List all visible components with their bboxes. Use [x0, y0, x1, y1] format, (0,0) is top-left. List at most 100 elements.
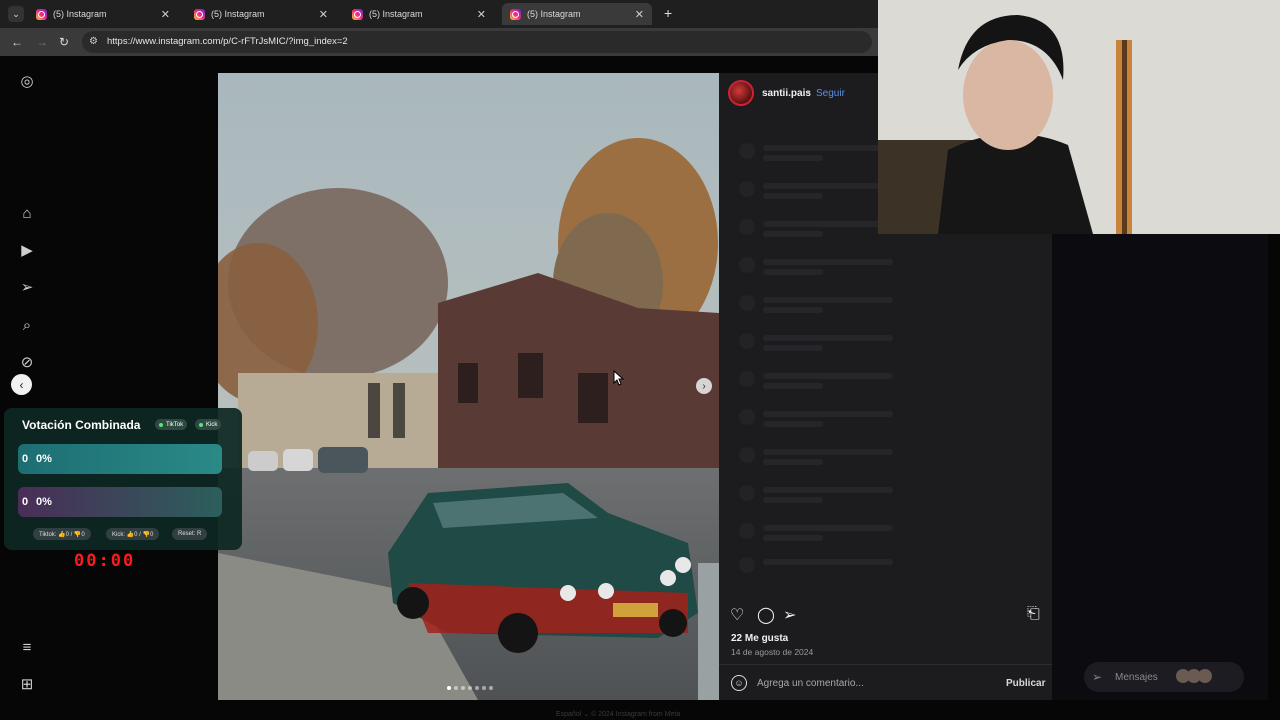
reload-icon[interactable]: ↻ [59, 35, 69, 49]
follow-button[interactable]: Seguir [816, 88, 845, 99]
divider [719, 664, 1052, 665]
carousel-dot [447, 686, 451, 690]
comment-skeleton [763, 383, 823, 389]
carousel-dot [468, 686, 472, 690]
tab-title: (5) Instagram [527, 9, 581, 19]
close-tab-icon[interactable]: ✕ [635, 8, 644, 21]
comment-skeleton-avatar [739, 333, 755, 349]
comment-skeleton [763, 487, 893, 493]
comment-skeleton [763, 297, 893, 303]
comment-skeleton [763, 231, 823, 237]
comment-skeleton-avatar [739, 295, 755, 311]
carousel-next-button[interactable]: › [696, 378, 712, 394]
comment-skeleton [763, 421, 823, 427]
browser-tab[interactable]: (5) Instagram ✕ [344, 3, 494, 25]
bookmark-icon[interactable]: ⎗ [1027, 605, 1040, 623]
emoji-icon[interactable]: ☺ [731, 675, 747, 691]
comment-skeleton-avatar [739, 219, 755, 235]
home-icon[interactable]: ⌂ [18, 204, 36, 222]
explore-icon[interactable]: ⊘ [18, 353, 36, 371]
browser-tab[interactable]: (5) Instagram ✕ [28, 3, 178, 25]
webcam-overlay [878, 0, 1280, 234]
browser-tab[interactable]: (5) Instagram ✕ [186, 3, 336, 25]
post-date: 14 de agosto de 2024 [731, 647, 814, 657]
close-tab-icon[interactable]: ✕ [319, 8, 328, 21]
back-icon[interactable]: ← [11, 35, 23, 49]
carousel-dots [447, 686, 493, 690]
new-tab-icon[interactable]: + [664, 5, 672, 21]
carousel-dot [489, 686, 493, 690]
comment-skeleton [763, 155, 823, 161]
publish-button[interactable]: Publicar [1006, 678, 1045, 689]
carousel-dot [482, 686, 486, 690]
instagram-favicon-icon [194, 8, 205, 20]
site-info-icon[interactable]: ⚙ [89, 36, 98, 47]
page-background-right [1052, 234, 1268, 700]
carousel-dot [475, 686, 479, 690]
messages-avatars [1176, 669, 1212, 683]
comment-skeleton-avatar [739, 257, 755, 273]
mouse-cursor-icon [613, 370, 625, 386]
reset-hint: Reset: R [172, 528, 208, 540]
comment-skeleton-avatar [739, 371, 755, 387]
tiktok-stats: Tiktok: 👍0 / 👎0 [33, 528, 91, 540]
tiktok-badge: TikTok [155, 419, 188, 430]
separator-dot: • [807, 88, 811, 99]
carousel-prev-button[interactable]: ‹ [11, 374, 32, 395]
share-icon[interactable]: ➢ [783, 605, 796, 625]
comment-skeleton [763, 345, 823, 351]
post-username[interactable]: santii.pais [762, 88, 811, 99]
comment-skeleton [763, 449, 893, 455]
comment-skeleton [763, 193, 823, 199]
menu-icon[interactable]: ≡ [18, 638, 36, 656]
comment-skeleton [763, 221, 893, 227]
instagram-favicon-icon [36, 8, 47, 20]
likes-count[interactable]: 22 Me gusta [731, 633, 788, 644]
tab-title: (5) Instagram [369, 9, 423, 19]
url-text[interactable]: https://www.instagram.com/p/C-rFTrJsMIC/… [107, 36, 348, 47]
comment-skeleton [763, 535, 823, 541]
post-photo [218, 73, 719, 700]
kick-badge: Kick [195, 419, 222, 430]
heart-icon[interactable]: ♡ [730, 605, 744, 625]
carousel-dot [461, 686, 465, 690]
comment-skeleton [763, 525, 893, 531]
vote-option-2-count: 0 [22, 496, 29, 508]
carousel-dot [454, 686, 458, 690]
comment-skeleton-avatar [739, 181, 755, 197]
close-tab-icon[interactable]: ✕ [161, 8, 170, 21]
comment-input[interactable]: Agrega un comentario... [757, 678, 864, 689]
comment-skeleton [763, 459, 823, 465]
tab-search-button[interactable]: ⌄ [8, 6, 24, 22]
comment-skeleton [763, 497, 823, 503]
comment-icon[interactable]: ◯ [757, 605, 775, 625]
comment-skeleton [763, 183, 893, 189]
tab-title: (5) Instagram [53, 9, 107, 19]
vote-option-1-percent: 0% [36, 453, 52, 465]
footer-text: Español ⌄ © 2024 Instagram from Meta [556, 711, 681, 718]
vote-option-1-count: 0 [22, 453, 29, 465]
reels-icon[interactable]: ▶ [18, 241, 36, 259]
messages-icon: ➢ [1092, 670, 1103, 684]
comment-skeleton-avatar [739, 143, 755, 159]
comment-skeleton [763, 145, 893, 151]
close-tab-icon[interactable]: ✕ [477, 8, 486, 21]
webcam-photo [878, 0, 1280, 234]
messages-pill[interactable] [1084, 662, 1244, 692]
instagram-logo-icon[interactable]: ◎ [18, 72, 36, 90]
avatar[interactable] [728, 80, 754, 106]
comment-skeleton [763, 411, 893, 417]
kick-stats: Kick: 👍0 / 👎0 [106, 528, 160, 540]
forward-icon[interactable]: → [36, 35, 48, 49]
browser-tab-active[interactable]: (5) Instagram ✕ [502, 3, 652, 25]
more-icon[interactable]: ⊞ [18, 675, 36, 693]
vote-option-2-percent: 0% [36, 496, 52, 508]
messages-label: Mensajes [1115, 672, 1158, 683]
post-image[interactable] [218, 73, 719, 700]
comment-skeleton [763, 559, 893, 565]
comment-skeleton-avatar [739, 447, 755, 463]
comment-skeleton-avatar [739, 485, 755, 501]
avatar [1198, 669, 1212, 683]
direct-icon[interactable]: ➢ [18, 278, 36, 296]
search-icon[interactable]: ⌕ [18, 316, 36, 334]
